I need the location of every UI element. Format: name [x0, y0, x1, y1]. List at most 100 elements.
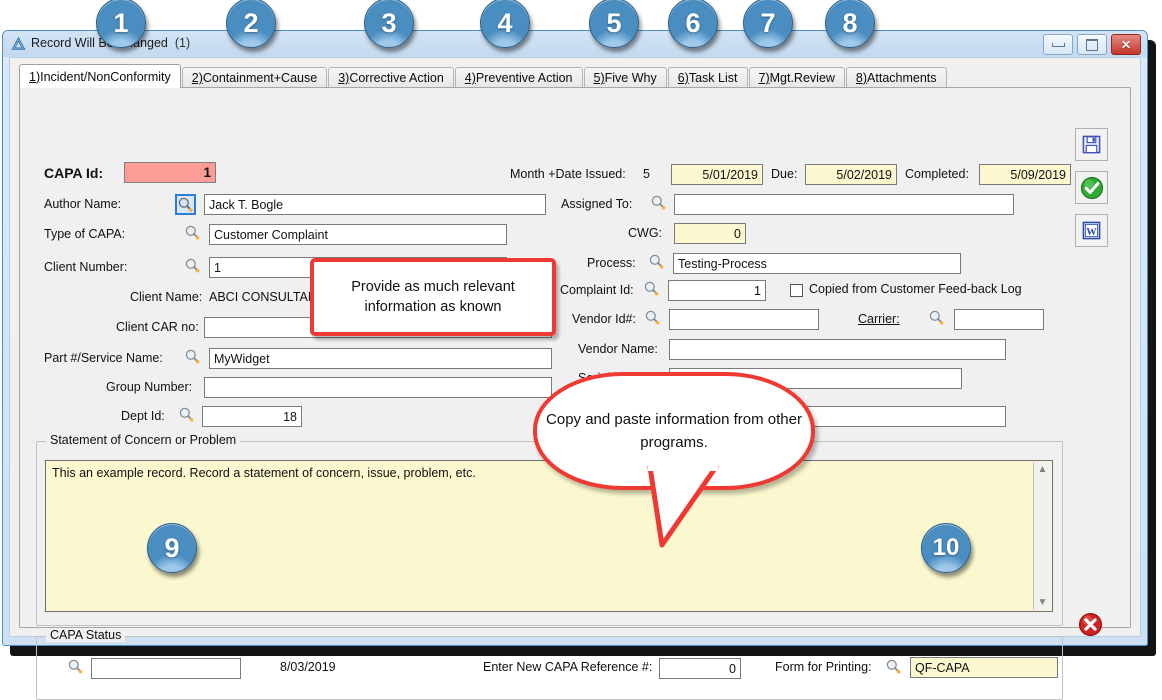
dept-id-label: Dept Id:: [121, 409, 165, 423]
capa-status-lookup-icon[interactable]: [67, 658, 84, 675]
badge-1-label: 1: [113, 8, 128, 39]
badge-10: 10: [921, 523, 971, 573]
type-of-capa-field[interactable]: Customer Complaint: [209, 224, 507, 245]
tab-preventive-action[interactable]: 4) Preventive Action: [455, 67, 583, 88]
tab-attachments[interactable]: 8) Attachments: [846, 67, 947, 88]
vendor-id-label: Vendor Id#:: [572, 312, 636, 326]
tab-five-why[interactable]: 5) Five Why: [584, 67, 667, 88]
tab-7-num: 7): [759, 71, 770, 85]
tab-1-label: Incident/NonConformity: [40, 70, 171, 84]
statement-scrollbar[interactable]: ▲ ▼: [1033, 462, 1051, 610]
type-of-capa-label: Type of CAPA:: [44, 227, 125, 241]
tab-6-num: 6): [678, 71, 689, 85]
tab-incident-nonconformity[interactable]: 1) Incident/NonConformity: [19, 64, 181, 88]
assigned-to-lookup-icon[interactable]: [650, 194, 667, 211]
process-lookup-icon[interactable]: [648, 253, 665, 270]
completed-date-field[interactable]: 5/09/2019: [979, 164, 1071, 185]
capa-id-field[interactable]: 1: [124, 162, 216, 183]
badge-6: 6: [668, 0, 718, 48]
new-capa-reference-field[interactable]: 0: [659, 658, 741, 679]
scroll-up-icon[interactable]: ▲: [1037, 465, 1048, 474]
form-for-printing-lookup-icon[interactable]: [885, 658, 902, 675]
due-label: Due:: [771, 167, 797, 181]
save-floppy-icon: [1082, 135, 1101, 154]
close-button[interactable]: ✕: [1111, 34, 1141, 55]
statement-text: This an example record. Record a stateme…: [52, 466, 476, 480]
tab-7-label: Mgt.Review: [770, 71, 835, 85]
badge-5-label: 5: [606, 8, 621, 39]
capa-status-field[interactable]: [91, 658, 241, 679]
part-service-name-field[interactable]: MyWidget: [209, 348, 552, 369]
approve-button[interactable]: [1075, 171, 1108, 204]
badge-8-label: 8: [842, 8, 857, 39]
group-number-label: Group Number:: [106, 380, 192, 394]
statement-textarea[interactable]: This an example record. Record a stateme…: [45, 460, 1053, 612]
new-capa-reference-label: Enter New CAPA Reference #:: [483, 660, 652, 674]
copied-from-feedback-label: Copied from Customer Feed-back Log: [809, 282, 1022, 296]
maximize-button[interactable]: [1077, 34, 1107, 55]
badge-4: 4: [480, 0, 530, 48]
due-date-field[interactable]: 5/02/2019: [805, 164, 897, 185]
completed-label: Completed:: [905, 167, 969, 181]
process-field[interactable]: Testing-Process: [673, 253, 961, 274]
vendor-name-field[interactable]: [669, 339, 1006, 360]
complaint-id-lookup-icon[interactable]: [643, 280, 660, 297]
copied-from-feedback-checkbox[interactable]: [790, 284, 803, 297]
close-record-button[interactable]: [1075, 609, 1106, 640]
badge-8: 8: [825, 0, 875, 48]
author-name-lookup-icon[interactable]: [175, 194, 196, 215]
tab-6-label: Task List: [689, 71, 738, 85]
tab-5-label: Five Why: [605, 71, 657, 85]
cwg-field[interactable]: 0: [674, 223, 746, 244]
form-for-printing-field[interactable]: QF-CAPA: [910, 657, 1058, 678]
tab-1-num: 1): [29, 70, 40, 84]
tab-task-list[interactable]: 6) Task List: [668, 67, 748, 88]
client-number-lookup-icon[interactable]: [184, 257, 201, 274]
vendor-id-field[interactable]: [669, 309, 819, 330]
tab-containment-cause[interactable]: 2) Containment+Cause: [182, 67, 327, 88]
tab-3-label: Corrective Action: [349, 71, 443, 85]
callout-relevant-info-text: Provide as much relevant information as …: [314, 277, 552, 317]
type-of-capa-lookup-icon[interactable]: [184, 224, 201, 241]
badge-6-label: 6: [685, 8, 700, 39]
callout-copy-paste-text: Copy and paste information from other pr…: [537, 408, 811, 454]
badge-7-label: 7: [760, 8, 775, 39]
carrier-lookup-icon[interactable]: [928, 309, 945, 326]
vendor-name-label: Vendor Name:: [578, 342, 658, 356]
part-service-lookup-icon[interactable]: [184, 348, 201, 365]
badge-4-label: 4: [497, 8, 512, 39]
date-issued-field[interactable]: 5/01/2019: [671, 164, 763, 185]
window-title-text: Record Will Be Changed: [31, 36, 168, 50]
callout-copy-paste-tail: [630, 455, 750, 550]
callout-relevant-info: Provide as much relevant information as …: [310, 258, 556, 336]
client-name-label: Client Name:: [130, 290, 202, 304]
dept-id-field[interactable]: 18: [202, 406, 302, 427]
complaint-id-field[interactable]: 1: [668, 280, 766, 301]
title-bar[interactable]: Record Will Be Changed(1) ✕: [3, 31, 1147, 57]
client-car-no-label: Client CAR no:: [116, 320, 199, 334]
tab-mgt-review[interactable]: 7) Mgt.Review: [749, 67, 845, 88]
capa-status-group-title: CAPA Status: [46, 628, 125, 642]
tab-strip: 1) Incident/NonConformity 2) Containment…: [19, 64, 948, 88]
badge-9: 9: [147, 523, 197, 573]
carrier-field[interactable]: [954, 309, 1044, 330]
badge-5: 5: [589, 0, 639, 48]
window-controls: ✕: [1043, 34, 1141, 55]
assigned-to-label: Assigned To:: [561, 197, 632, 211]
screenshot-root: Record Will Be Changed(1) ✕ 1) Incident/…: [0, 0, 1162, 686]
vendor-id-lookup-icon[interactable]: [644, 309, 661, 326]
save-button[interactable]: [1075, 128, 1108, 161]
client-number-label: Client Number:: [44, 260, 127, 274]
tab-3-num: 3): [338, 71, 349, 85]
author-name-field[interactable]: Jack T. Bogle: [204, 194, 546, 215]
tab-corrective-action[interactable]: 3) Corrective Action: [328, 67, 454, 88]
word-export-icon: W: [1082, 221, 1101, 240]
tab-4-label: Preventive Action: [476, 71, 573, 85]
assigned-to-field[interactable]: [674, 194, 1014, 215]
scroll-down-icon[interactable]: ▼: [1037, 598, 1048, 607]
minimize-button[interactable]: [1043, 34, 1073, 55]
group-number-field[interactable]: [204, 377, 552, 398]
dept-id-lookup-icon[interactable]: [178, 406, 195, 423]
statement-group-title: Statement of Concern or Problem: [46, 433, 240, 447]
word-export-button[interactable]: W: [1075, 214, 1108, 247]
